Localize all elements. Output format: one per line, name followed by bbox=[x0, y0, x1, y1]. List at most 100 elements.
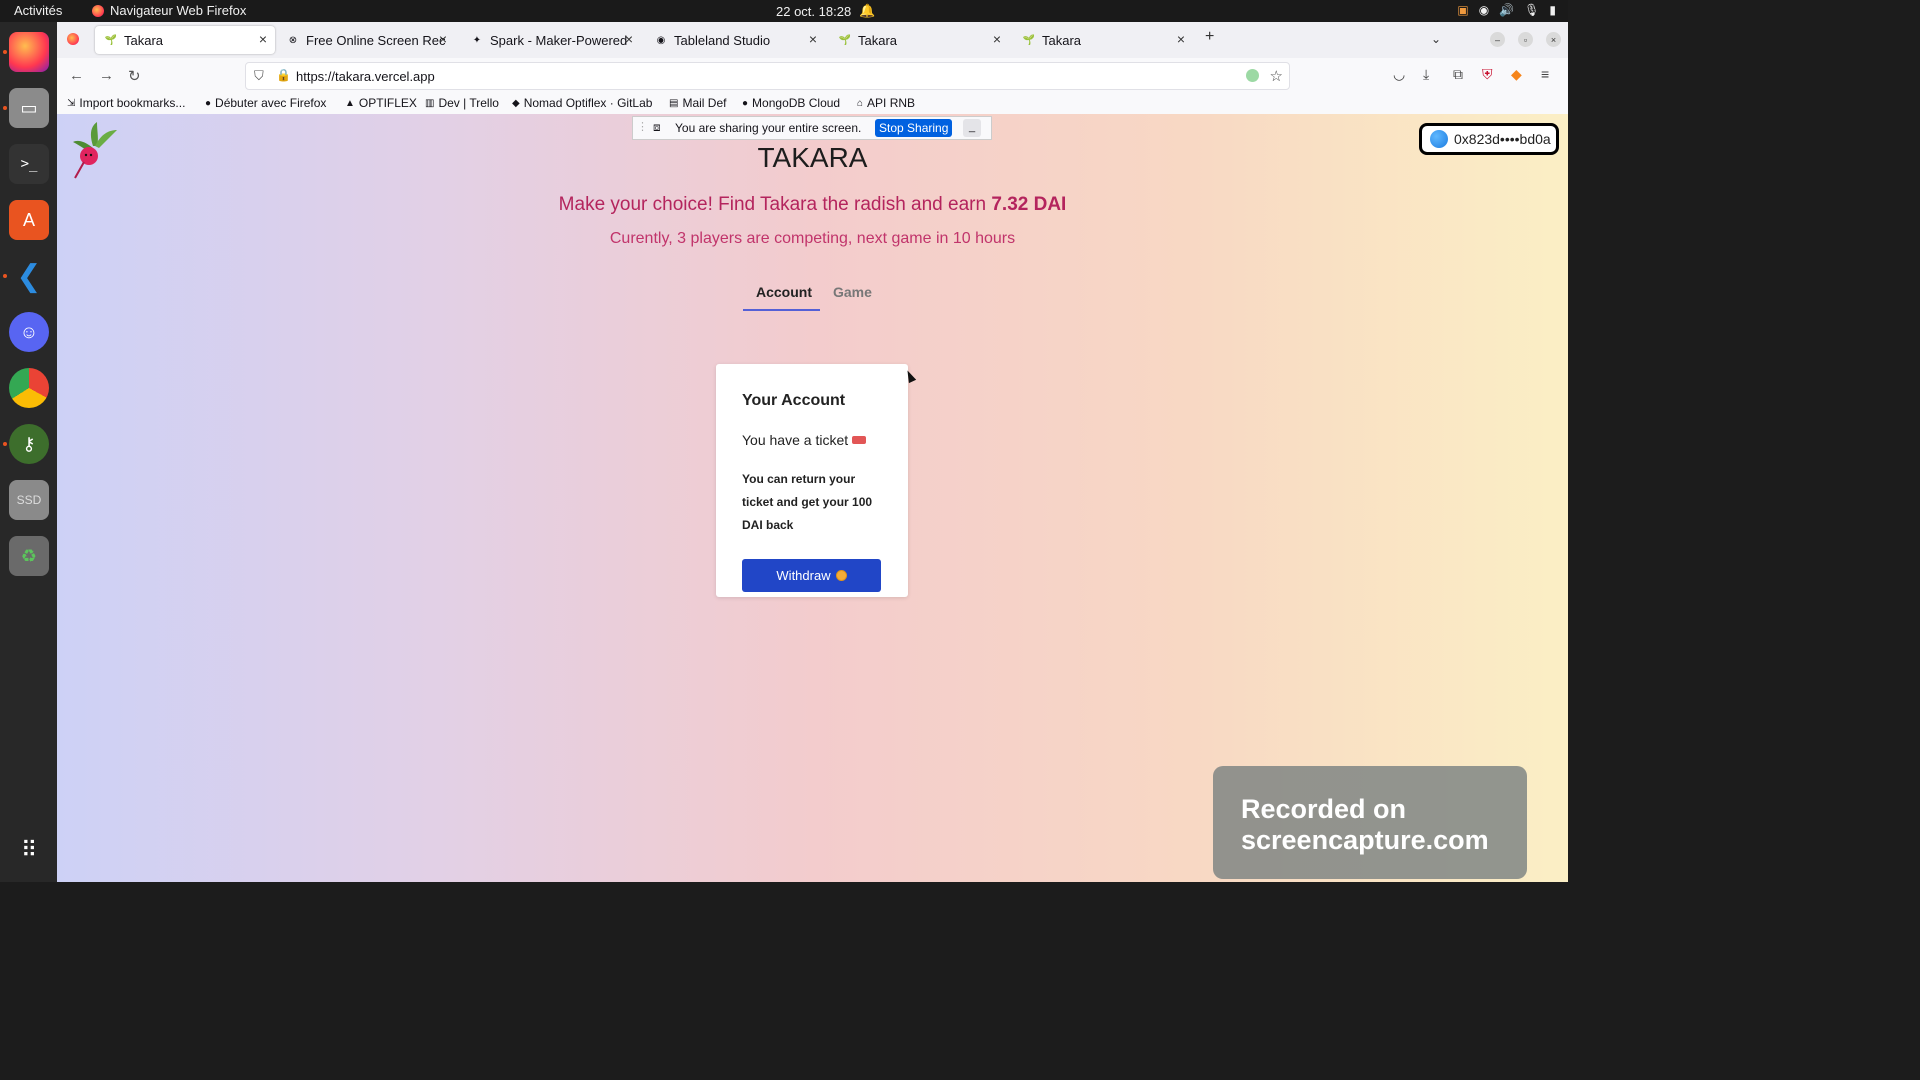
list-all-tabs-icon[interactable]: ⌄ bbox=[1431, 32, 1441, 46]
mongodb-icon: ● bbox=[742, 97, 749, 109]
system-top-bar: Activités Navigateur Web Firefox 22 oct.… bbox=[0, 0, 1568, 22]
dai-coin-icon bbox=[835, 570, 847, 581]
firefox-view-icon[interactable] bbox=[67, 32, 79, 50]
tab-screen-recorder[interactable]: ⊗ Free Online Screen Recor × bbox=[277, 26, 455, 54]
tab-spark[interactable]: ✦ Spark - Maker-Powered L × bbox=[461, 26, 641, 54]
bookmark-label: Nomad Optiflex · GitLab bbox=[523, 96, 653, 110]
app-name: Navigateur Web Firefox bbox=[110, 3, 247, 18]
vscode-icon[interactable]: ❮ bbox=[9, 256, 49, 296]
minimize-window-icon[interactable]: – bbox=[1490, 32, 1505, 47]
tab-takara-1[interactable]: 🌱 Takara × bbox=[95, 26, 275, 54]
running-indicator bbox=[3, 106, 7, 110]
url-bar[interactable]: ⛉ 🔒 https://takara.vercel.app ☆ bbox=[245, 62, 1290, 90]
activities-button[interactable]: Activités bbox=[14, 3, 62, 18]
radish-favicon-icon: 🌱 bbox=[1022, 34, 1036, 46]
bookmark-item[interactable]: ● Débuter avec Firefox bbox=[205, 96, 326, 110]
bookmark-label: Débuter avec Firefox bbox=[215, 96, 327, 110]
bookmark-star-icon[interactable]: ☆ bbox=[1270, 67, 1283, 85]
trello-icon: ▥ bbox=[425, 97, 435, 109]
menu-icon[interactable]: ≡ bbox=[1541, 66, 1549, 82]
new-tab-button[interactable]: + bbox=[1205, 28, 1214, 46]
bookmark-item[interactable]: ⇲ Import bookmarks... bbox=[67, 96, 185, 110]
watermark-line-2: screencapture.com bbox=[1241, 825, 1489, 855]
trash-icon[interactable]: ♻ bbox=[9, 536, 49, 576]
home-icon: ⌂ bbox=[857, 97, 864, 109]
close-tab-icon[interactable]: × bbox=[625, 31, 633, 47]
sharing-text: You are sharing your entire screen. bbox=[675, 121, 862, 135]
system-tray[interactable]: ▣ ◉ 🔊 🎙 ▮ bbox=[1457, 3, 1556, 17]
discord-icon[interactable]: ☺ bbox=[9, 312, 49, 352]
files-icon[interactable]: ▭ bbox=[9, 88, 49, 128]
tab-tableland[interactable]: ◉ Tableland Studio × bbox=[645, 26, 825, 54]
page-title: TAKARA bbox=[757, 142, 868, 173]
keepassxc-icon[interactable]: ⚷ bbox=[9, 424, 49, 464]
close-tab-icon[interactable]: × bbox=[259, 31, 267, 47]
bookmark-label: Import bookmarks... bbox=[79, 96, 186, 110]
tab-account[interactable]: Account bbox=[756, 284, 812, 300]
dock: ▭ >_ A ❮ ☺ ⚷ SSD ♻ ⠿ bbox=[0, 22, 57, 882]
bookmark-item[interactable]: ▥ Dev | Trello bbox=[425, 96, 499, 110]
bookmark-item[interactable]: ▤ Mail Def bbox=[669, 96, 726, 110]
close-tab-icon[interactable]: × bbox=[809, 31, 817, 47]
running-indicator bbox=[3, 50, 7, 54]
tab-takara-3[interactable]: 🌱 Takara × bbox=[1013, 26, 1193, 54]
url-text[interactable]: https://takara.vercel.app bbox=[296, 69, 435, 84]
wifi-icon: ◉ bbox=[1478, 3, 1490, 17]
clock[interactable]: 22 oct. 18:28 🔔 bbox=[776, 3, 875, 19]
active-tab-indicator bbox=[743, 309, 820, 311]
withdraw-button[interactable]: Withdraw bbox=[742, 559, 881, 592]
share-screen-icon: ⧈ bbox=[653, 120, 661, 134]
firefox-dock-icon[interactable] bbox=[9, 32, 49, 72]
firefox-window: 🌱 Takara × ⊗ Free Online Screen Recor × … bbox=[57, 22, 1568, 882]
radish-favicon-icon: 🌱 bbox=[838, 34, 852, 46]
maximize-window-icon[interactable]: ▫ bbox=[1518, 32, 1533, 47]
reload-icon[interactable]: ↻ bbox=[128, 67, 141, 85]
ticket-icon bbox=[852, 436, 867, 444]
app-menu[interactable]: Navigateur Web Firefox bbox=[92, 3, 246, 18]
navigation-bar: ← → ↻ ⛉ 🔒 https://takara.vercel.app ☆ ◡ … bbox=[57, 58, 1568, 94]
clock-text: 22 oct. 18:28 bbox=[776, 3, 852, 19]
import-icon: ⇲ bbox=[67, 97, 76, 109]
bookmark-label: MongoDB Cloud bbox=[752, 96, 841, 110]
software-center-icon[interactable]: A bbox=[9, 200, 49, 240]
drag-handle-icon[interactable]: ⋮ bbox=[637, 120, 648, 133]
pocket-icon[interactable]: ◡ bbox=[1393, 66, 1405, 83]
close-tab-icon[interactable]: × bbox=[439, 31, 447, 47]
headline: Make your choice! Find Takara the radish… bbox=[57, 194, 1568, 216]
metamask-icon[interactable]: ◆ bbox=[1511, 66, 1522, 83]
lock-icon[interactable]: 🔒 bbox=[276, 68, 291, 82]
bookmark-item[interactable]: ● MongoDB Cloud bbox=[742, 96, 840, 110]
minimize-indicator-button[interactable]: _ bbox=[963, 119, 981, 137]
radish-favicon-icon: 🌱 bbox=[104, 34, 118, 46]
back-icon[interactable]: ← bbox=[69, 67, 84, 84]
terminal-icon[interactable]: >_ bbox=[9, 144, 49, 184]
show-apps-icon[interactable]: ⠿ bbox=[9, 830, 49, 870]
gitlab-icon: ◆ bbox=[512, 97, 520, 109]
ssd-drive-icon[interactable]: SSD bbox=[9, 480, 49, 520]
bookmark-item[interactable]: ⌂ API RNB bbox=[857, 96, 915, 110]
stop-sharing-button[interactable]: Stop Sharing bbox=[875, 119, 953, 137]
tab-game[interactable]: Game bbox=[833, 284, 872, 300]
record-favicon-icon: ⊗ bbox=[288, 34, 298, 46]
extension-indicator-icon[interactable] bbox=[1246, 69, 1259, 82]
page-content: ⋮ ⧈ You are sharing your entire screen. … bbox=[57, 114, 1568, 882]
tableland-favicon-icon: ◉ bbox=[656, 34, 666, 46]
outlook-icon: ▤ bbox=[669, 97, 679, 109]
forward-icon[interactable]: → bbox=[99, 67, 114, 84]
extensions-icon[interactable]: ⧉ bbox=[1453, 66, 1463, 83]
bookmarks-toolbar: ⇲ Import bookmarks... ● Débuter avec Firef… bbox=[57, 94, 1568, 114]
tracking-shield-icon[interactable]: ⛉ bbox=[254, 68, 264, 84]
close-tab-icon[interactable]: × bbox=[1177, 31, 1185, 47]
return-info: You can return your ticket and get your … bbox=[742, 472, 873, 532]
chrome-icon[interactable] bbox=[9, 368, 49, 408]
bookmark-item[interactable]: ◆ Nomad Optiflex · GitLab bbox=[512, 96, 652, 110]
downloads-icon[interactable]: ⤓ bbox=[1423, 66, 1429, 83]
prize-amount: 7.32 DAI bbox=[991, 194, 1067, 215]
ublock-icon[interactable]: ⛨ bbox=[1482, 66, 1493, 83]
bookmark-item[interactable]: ▲ OPTIFLEX bbox=[345, 96, 417, 110]
close-window-icon[interactable]: × bbox=[1546, 32, 1561, 47]
running-indicator bbox=[3, 274, 7, 278]
recording-watermark: Recorded on screencapture.com bbox=[1213, 766, 1527, 879]
close-tab-icon[interactable]: × bbox=[993, 31, 1001, 47]
tab-takara-2[interactable]: 🌱 Takara × bbox=[829, 26, 1009, 54]
